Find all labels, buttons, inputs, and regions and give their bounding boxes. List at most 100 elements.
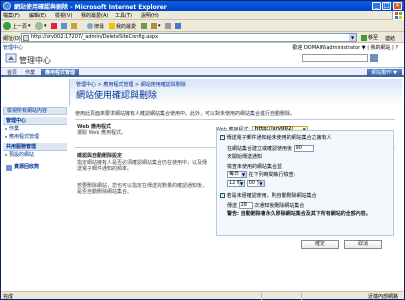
status-divider: [301, 292, 302, 300]
ie-icon: [3, 2, 11, 10]
chevron-down-icon: ▼: [239, 181, 244, 186]
confirm-section-desc-2: 若要刪除網站，您也可以指定在傳送完數量的確認通知後，是否自動刪除網站集合。: [77, 183, 208, 195]
check-label: 檢查未使用的網站集合並: [227, 164, 283, 170]
nav-item-operations[interactable]: 作業: [3, 125, 67, 133]
section-divider: [75, 119, 395, 120]
web-app-section-desc: 選取 Web 應用程式。: [77, 130, 127, 136]
page-content: 管理中心 歡迎 DOMAIN\administrator ▼ | 我的網站 | …: [1, 43, 404, 291]
top-breadcrumb-link[interactable]: 管理中心: [3, 44, 23, 51]
delete-notices-row: 傳送 28 次通知後刪除網站集合: [227, 202, 305, 209]
nav-section-shared-services[interactable]: 共用服務管理: [3, 143, 67, 151]
site-search-button[interactable]: [370, 54, 378, 62]
top-nav-tabs: 首頁 作業 應用程式管理 網站動作 ▼: [1, 67, 404, 77]
left-navigation: 檢視所有網站內容 管理中心 作業 應用程式管理 共用服務管理 預設的網站 資源回…: [3, 107, 67, 287]
user-menu[interactable]: 歡迎 DOMAIN\administrator ▼ | 我的網站 | ?: [292, 44, 398, 51]
nav-item-application-management[interactable]: 應用程式管理: [3, 133, 67, 141]
favorites-button[interactable]: 我的最愛: [109, 22, 136, 30]
minute-select[interactable]: 00 分 ▼: [246, 180, 265, 187]
close-button[interactable]: ×: [393, 2, 402, 10]
menu-favorites[interactable]: 我的最愛(A): [81, 12, 108, 19]
menu-tools[interactable]: 工具(T): [115, 12, 132, 19]
notify-option: 傳送電子郵件通知給未使用的網站集合之擁有人: [220, 134, 332, 141]
notify-checkbox[interactable]: [220, 134, 225, 140]
favorites-star-icon: [109, 23, 115, 29]
chevron-down-icon: ▼: [241, 172, 246, 177]
menu-file[interactable]: 檔案(F): [3, 12, 20, 19]
menu-edit[interactable]: 編輯(E): [29, 12, 46, 19]
cancel-button[interactable]: 取消: [344, 240, 382, 249]
home-icon: [71, 23, 77, 29]
ok-button[interactable]: 確定: [301, 240, 339, 249]
address-label: 網址(D): [3, 36, 21, 42]
windows-logo-icon: [392, 11, 404, 20]
site-actions-menu[interactable]: 網站動作 ▼: [366, 69, 402, 77]
maximize-button[interactable]: □: [382, 2, 391, 10]
notify-days-suffix: 天開始傳送通知: [227, 154, 263, 160]
title-bar: 網站使用確認與刪除 - Microsoft Internet Explorer …: [1, 1, 404, 11]
menu-view[interactable]: 檢視(V): [55, 12, 72, 19]
frequency-select[interactable]: 每日 ▼: [227, 171, 247, 178]
go-button[interactable]: 移至: [361, 33, 383, 42]
edit-button[interactable]: [175, 22, 181, 30]
notify-days-row: 在網站集合建立或確認使用後 90: [227, 145, 314, 152]
recycle-bin-link[interactable]: 資源回收筒: [3, 163, 67, 172]
breadcrumb[interactable]: 管理中心 > 應用程式管理 > 網站使用確認與刪除: [76, 81, 186, 88]
stop-icon: [51, 23, 57, 29]
search-button[interactable]: 搜尋: [87, 22, 104, 30]
status-divider: [261, 292, 262, 300]
page-title: 網站使用確認與刪除: [76, 91, 158, 101]
links-button[interactable]: 連結: [385, 35, 395, 42]
delete-warning: 警告: 自動刪除會永久移除網站集合及其下所有網站的全部內容。: [227, 211, 371, 217]
site-search-input[interactable]: [302, 54, 368, 62]
frequency-row: 每日 ▼ 在下列時間執行檢查:: [227, 171, 296, 178]
back-button[interactable]: 上一頁 ▾: [3, 22, 31, 30]
search-icon: [87, 23, 93, 29]
menu-bar: 檔案(F) 編輯(E) 檢視(V) 我的最愛(A) 工具(T) 說明(H): [1, 11, 404, 20]
window-title: 網站使用確認與刪除 - Microsoft Internet Explorer: [14, 4, 167, 11]
view-all-site-content-link[interactable]: 檢視所有網站內容: [3, 107, 67, 115]
go-arrow-icon: [361, 34, 367, 41]
security-zone: 近端內部網路: [367, 294, 398, 300]
confirm-section-desc-1: 指定網站擁有人是否必須確認網站集合仍在使用中，以及傳送電子郵件通知的頻率。: [77, 160, 208, 172]
toolbar: 上一頁 ▾ ▾ 搜尋 我的最愛 ▾: [1, 20, 404, 32]
history-icon: [141, 23, 147, 29]
site-title: 管理中心: [19, 56, 51, 65]
page-icon: [23, 35, 29, 41]
hour-select[interactable]: 12 時 ▼: [227, 180, 245, 187]
address-bar: 網址(D) http://srv002:17207/_admin/DeleteS…: [1, 32, 404, 43]
web-app-section-title: Web 應用程式: [77, 124, 112, 130]
recycle-bin-icon: [6, 164, 12, 171]
home-button[interactable]: [71, 22, 77, 30]
address-dropdown-icon[interactable]: ▼: [349, 34, 356, 41]
refresh-button[interactable]: [61, 22, 67, 30]
tab-application-management[interactable]: 應用程式管理: [41, 69, 80, 77]
confirm-section-title: 確認與自動刪除設定: [77, 153, 123, 159]
history-button[interactable]: [141, 22, 147, 30]
edit-icon: [175, 23, 181, 29]
status-text: 完成: [3, 294, 14, 300]
notices-input[interactable]: 28: [238, 202, 253, 209]
address-input[interactable]: http://srv002:17207/_admin/DeleteSiteCon…: [21, 33, 357, 42]
delete-checkbox[interactable]: [220, 192, 225, 198]
time-row: 12 時 ▼ 00 分 ▼: [227, 180, 265, 187]
days-input[interactable]: 90: [293, 145, 314, 152]
nav-item-default-ssp[interactable]: 預設的網站: [3, 151, 67, 159]
status-bar: 完成 近端內部網路: [1, 291, 404, 300]
tab-home[interactable]: 首頁: [3, 69, 21, 77]
forward-button[interactable]: ▾: [35, 22, 47, 30]
mail-button[interactable]: ▾: [151, 22, 161, 30]
nav-section-central-admin[interactable]: 管理中心: [3, 117, 67, 125]
tab-operations[interactable]: 作業: [21, 69, 39, 77]
menu-help[interactable]: 說明(H): [141, 12, 159, 19]
back-arrow-icon: [3, 22, 11, 30]
refresh-icon: [61, 23, 67, 29]
forward-arrow-icon: [35, 22, 43, 30]
page-title-area: 管理中心 > 應用程式管理 > 網站使用確認與刪除 網站使用確認與刪除: [69, 79, 402, 105]
delete-option: 若是未經確認使用，則自動刪除網站集合: [220, 192, 317, 199]
print-button[interactable]: [165, 22, 171, 30]
site-logo-icon: [5, 53, 17, 64]
chevron-down-icon: ▼: [258, 181, 264, 186]
stop-button[interactable]: [51, 22, 57, 30]
print-icon: [165, 23, 171, 29]
minimize-button[interactable]: _: [372, 2, 381, 10]
